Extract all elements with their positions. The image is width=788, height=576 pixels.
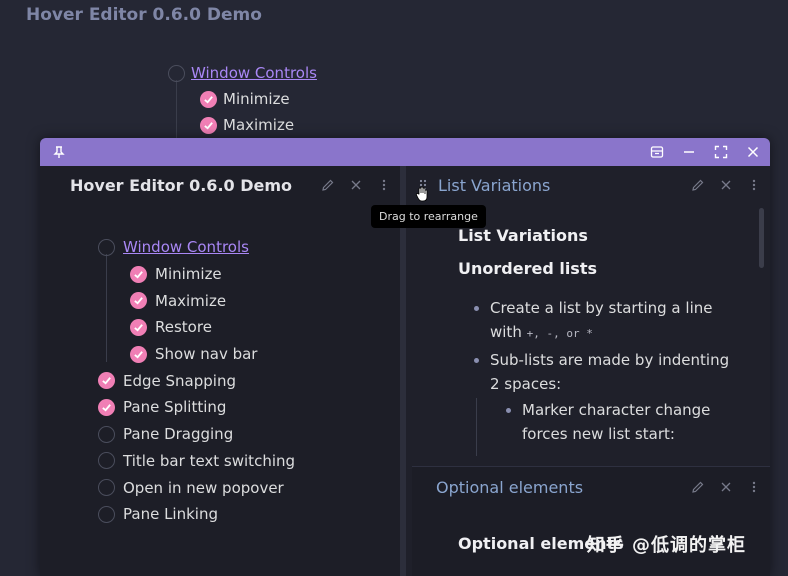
task-unchecked-icon[interactable]: [168, 64, 185, 82]
list-item: Marker character change forces new list …: [458, 398, 758, 446]
list-item-label: Maximize: [155, 291, 227, 310]
list-item[interactable]: Pane Splitting: [98, 394, 295, 421]
list-item-label: Restore: [155, 318, 212, 337]
more-options-icon[interactable]: [746, 479, 762, 495]
bg-item-label: Minimize: [223, 90, 290, 108]
task-checked-icon[interactable]: [98, 372, 115, 390]
list-item[interactable]: Restore: [98, 314, 295, 341]
list-item-label: Pane Splitting: [123, 398, 227, 417]
inline-code: +, -, or *: [526, 327, 593, 340]
close-pane-icon[interactable]: [718, 177, 734, 193]
bullet-text: 2 spaces:: [490, 375, 562, 393]
pin-icon[interactable]: [50, 143, 68, 161]
list-item[interactable]: Open in new popover: [98, 474, 295, 501]
bg-item-maximize[interactable]: Maximize: [168, 112, 317, 138]
heading-unordered-lists: Unordered lists: [458, 259, 597, 278]
close-pane-icon[interactable]: [718, 479, 734, 495]
edit-icon[interactable]: [690, 479, 706, 495]
hand-cursor-icon: [416, 186, 428, 202]
task-unchecked-icon[interactable]: [98, 238, 115, 256]
list-item: Sub-lists are made by indenting 2 spaces…: [458, 348, 758, 396]
list-item[interactable]: Pane Dragging: [98, 421, 295, 448]
heading-list-variations: List Variations: [458, 226, 588, 245]
list-item-label: Pane Dragging: [123, 425, 234, 444]
list-item-label: Show nav bar: [155, 345, 258, 364]
bullet-text: Sub-lists are made by indenting: [490, 351, 730, 369]
task-checked-icon[interactable]: [98, 398, 115, 416]
list-item[interactable]: Title bar text switching: [98, 448, 295, 475]
bullet-text: Create a list by starting a line: [490, 299, 713, 317]
bullet-text: with: [490, 323, 527, 341]
more-options-icon[interactable]: [376, 177, 392, 193]
task-unchecked-icon[interactable]: [98, 505, 115, 523]
edit-icon[interactable]: [320, 177, 336, 193]
close-icon[interactable]: [744, 143, 762, 161]
list-item-label[interactable]: Window Controls: [123, 238, 249, 256]
bg-item-window-controls[interactable]: Window Controls: [168, 60, 317, 86]
list-item[interactable]: Window Controls: [98, 234, 295, 261]
task-checked-icon[interactable]: [130, 292, 147, 310]
background-checklist: Window Controls Minimize Maximize: [168, 60, 317, 138]
popover-titlebar[interactable]: [40, 138, 770, 166]
background-note-title: Hover Editor 0.6.0 Demo: [26, 5, 262, 25]
bg-item-label: Maximize: [223, 116, 295, 134]
note-content: List Variations Unordered lists Create a…: [458, 226, 758, 448]
task-checked-icon[interactable]: [200, 116, 217, 134]
task-list: Window Controls Minimize Maximize Restor…: [98, 234, 295, 528]
maximize-icon[interactable]: [712, 143, 730, 161]
list-item-label: Title bar text switching: [123, 451, 296, 470]
pane-title[interactable]: Optional elements: [436, 478, 583, 497]
right-pane-header: List Variations: [406, 166, 770, 204]
list-item[interactable]: Maximize: [98, 287, 295, 314]
task-unchecked-icon[interactable]: [98, 425, 115, 443]
task-checked-icon[interactable]: [200, 90, 217, 108]
list-item-label: Pane Linking: [123, 505, 218, 524]
bullet-text: Marker character change: [522, 401, 711, 419]
watermark: 知乎 @低调的掌柜: [586, 535, 746, 556]
minimize-icon[interactable]: [680, 143, 698, 161]
more-options-icon[interactable]: [746, 177, 762, 193]
list-item[interactable]: Minimize: [98, 261, 295, 288]
archive-icon[interactable]: [648, 143, 666, 161]
list-item-label: Edge Snapping: [123, 371, 236, 390]
list-item[interactable]: Show nav bar: [98, 341, 295, 368]
task-checked-icon[interactable]: [130, 265, 147, 283]
list-item: Create a list by starting a line with +,…: [458, 296, 758, 346]
list-item[interactable]: Pane Linking: [98, 501, 295, 528]
sub-pane-header: Optional elements: [412, 467, 770, 507]
bg-item-label[interactable]: Window Controls: [191, 64, 317, 82]
task-unchecked-icon[interactable]: [98, 479, 115, 497]
task-unchecked-icon[interactable]: [98, 452, 115, 470]
close-pane-icon[interactable]: [348, 177, 364, 193]
pane-title[interactable]: List Variations: [438, 176, 550, 195]
bullet-text: forces new list start:: [522, 425, 675, 443]
bullet-list: Create a list by starting a line with +,…: [458, 296, 758, 446]
hover-editor-popover: Hover Editor 0.6.0 Demo Window Controls …: [40, 138, 770, 576]
task-checked-icon[interactable]: [130, 318, 147, 336]
scrollbar[interactable]: [759, 208, 764, 268]
left-pane-header: Hover Editor 0.6.0 Demo: [40, 166, 400, 204]
bg-item-minimize[interactable]: Minimize: [168, 86, 317, 112]
left-pane: Hover Editor 0.6.0 Demo Window Controls …: [40, 166, 400, 576]
list-item[interactable]: Edge Snapping: [98, 367, 295, 394]
task-checked-icon[interactable]: [130, 345, 147, 363]
list-item-label: Open in new popover: [123, 478, 284, 497]
edit-icon[interactable]: [690, 177, 706, 193]
pane-title[interactable]: Hover Editor 0.6.0 Demo: [70, 176, 292, 195]
list-item-label: Minimize: [155, 265, 222, 284]
drag-tooltip: Drag to rearrange: [371, 205, 486, 228]
optional-elements-pane: Optional elements Optional elements 知乎 @…: [412, 466, 770, 576]
